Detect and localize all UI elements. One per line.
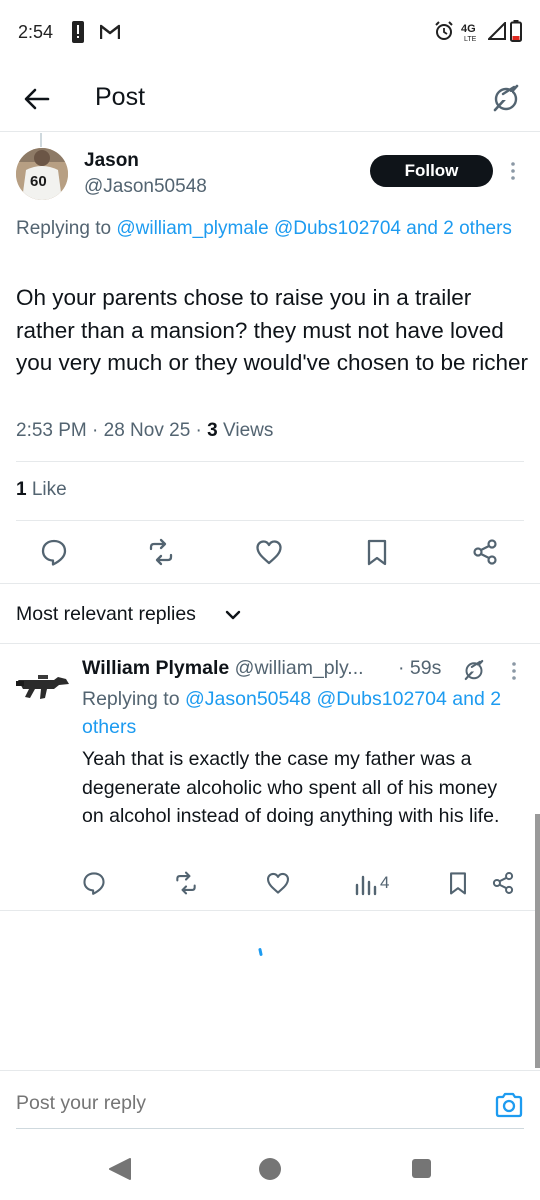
repost-icon[interactable] [146,537,176,567]
composer-underline [16,1128,524,1129]
nav-recents-icon[interactable] [412,1159,431,1178]
views-label: Views [217,420,274,441]
likes-row[interactable]: 1 Like [16,479,67,501]
signal-icon [488,22,506,40]
share-icon[interactable] [470,537,500,567]
sort-replies-dropdown[interactable]: Most relevant replies [16,603,196,626]
views-count[interactable]: 3 [207,420,218,441]
likes-label: Like [26,479,67,500]
post-timestamp: 2:53 PM · 28 Nov 25 · [16,420,208,441]
replying-to-link[interactable]: @william_plymale @Dubs102704 and 2 other… [116,218,512,239]
likes-count: 1 [16,479,27,500]
reply-author-handle[interactable]: @william_ply... [235,657,364,679]
chevron-down-icon[interactable] [224,606,242,624]
gmail-icon [100,24,120,39]
reply-views-count: 4 [380,873,390,892]
svg-text:60: 60 [30,173,47,190]
follow-button[interactable]: Follow [370,155,493,187]
grok-icon[interactable] [462,658,486,682]
arrow-left-icon[interactable] [20,82,54,116]
divider [0,583,540,584]
reply-text: Yeah that is exactly the case my father … [82,748,500,827]
svg-text:LTE: LTE [464,36,477,43]
replying-prefix: Replying to [16,218,117,239]
battery-icon [510,20,522,42]
reply-timestamp: · 59s [398,657,442,679]
divider [0,643,540,644]
author-name[interactable]: Jason [84,150,139,172]
more-options-icon[interactable] [506,160,520,182]
reply-input[interactable] [16,1092,476,1115]
repost-icon[interactable] [173,870,199,896]
svg-text:4G: 4G [461,23,476,35]
scrollbar[interactable] [535,814,540,1068]
thread-connector-line [40,133,42,147]
like-icon[interactable] [254,537,284,567]
top-app-bar: Post [0,66,540,132]
avatar[interactable]: 60 [16,148,68,200]
divider [16,520,524,521]
post-text: Oh your parents chose to raise you in a … [16,285,529,375]
loading-spinner [258,947,263,957]
post-meta: 2:53 PM · 28 Nov 25 · 3 Views [16,420,273,442]
reply-icon[interactable] [81,870,107,896]
nav-back-icon[interactable] [108,1158,132,1180]
nav-home-icon[interactable] [259,1158,281,1180]
reply-header: William Plymale @william_ply... [82,657,364,680]
bookmark-icon[interactable] [445,870,471,896]
reply-icon[interactable] [39,537,69,567]
divider [0,1070,540,1071]
bookmark-icon[interactable] [362,537,392,567]
reply-author-name[interactable]: William Plymale [82,657,229,679]
author-handle[interactable]: @Jason50548 [84,176,207,198]
reply-avatar[interactable] [14,668,72,708]
status-time: 2:54 [18,22,54,42]
divider [16,461,524,462]
share-icon[interactable] [490,870,516,896]
divider [0,910,540,911]
page-title: Post [95,83,146,111]
like-icon[interactable] [265,870,291,896]
more-options-icon[interactable] [507,660,521,682]
status-bar: 2:54 4G LTE [0,0,540,66]
avatar-photo: 60 [16,148,68,200]
camera-icon[interactable] [494,1090,524,1120]
views-icon[interactable] [354,872,380,898]
4g-lte-icon: 4G LTE [461,23,477,43]
reply-replying-to: Replying to @Jason50548 @Dubs102704 and … [82,685,527,741]
notification-alert-icon [72,21,84,43]
alarm-icon [435,21,453,40]
replying-prefix: Replying to [82,688,185,710]
replying-to: Replying to @william_plymale @Dubs102704… [16,214,526,243]
grok-icon[interactable] [490,82,522,114]
